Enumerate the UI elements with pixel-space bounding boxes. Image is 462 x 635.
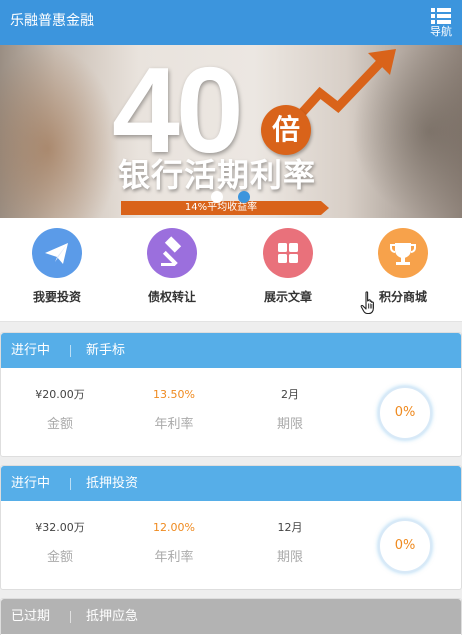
loan-card-header: 进行中 抵押投资: [1, 466, 461, 501]
header-divider: [70, 478, 71, 490]
nav-button[interactable]: 导航: [428, 6, 454, 40]
loan-status: 进行中: [11, 476, 51, 491]
nav-label: 导航: [430, 25, 452, 38]
loan-rate-value: 12.00%: [153, 521, 195, 534]
app-page: 乐融普惠金融 导航 40 倍 银行活期利率 14%平均收益率 我要投资 债权转让…: [0, 0, 462, 635]
banner-ribbon-text: 14%平均收益率: [184, 202, 258, 213]
slide-dot-1[interactable]: [211, 191, 223, 203]
menu-item-invest[interactable]: 我要投资: [17, 228, 97, 318]
loan-status: 已过期: [11, 609, 51, 624]
loan-amount-value: ¥20.00万: [35, 388, 85, 401]
loan-card-header: 已过期 抵押应急: [1, 599, 461, 634]
list-menu-icon: [431, 8, 451, 24]
loan-card-body: ¥32.00万 金额 12.00% 年利率 12月 期限 0%: [1, 501, 461, 589]
promo-banner[interactable]: 40 倍 银行活期利率 14%平均收益率: [0, 45, 462, 218]
loan-card-header: 进行中 新手标: [1, 333, 461, 368]
banner-ribbon: 14%平均收益率: [121, 201, 329, 215]
loan-amount: ¥20.00万 金额: [15, 388, 105, 433]
loan-rate: 13.50% 年利率: [129, 388, 219, 433]
banner-big-number: 40: [112, 45, 244, 178]
loan-card[interactable]: 进行中 新手标 ¥20.00万 金额 13.50% 年利率 2月 期限 0%: [0, 332, 462, 457]
slide-dot-2-active[interactable]: [238, 191, 250, 203]
header-divider: [70, 345, 71, 357]
progress-circle[interactable]: 0%: [378, 386, 432, 440]
quick-menu: 我要投资 债权转让 展示文章 积分商城: [0, 218, 462, 322]
loan-amount-label: 金额: [46, 417, 73, 432]
progress-percent: 0%: [394, 405, 416, 420]
menu-label: 我要投资: [32, 290, 81, 304]
menu-item-articles[interactable]: 展示文章: [248, 228, 328, 318]
banner-multiplier-badge: 倍: [261, 105, 311, 155]
app-title: 乐融普惠金融: [10, 13, 94, 29]
loan-amount: ¥32.00万 金额: [15, 521, 105, 566]
loan-name: 抵押投资: [86, 476, 139, 491]
paper-plane-icon: [32, 228, 82, 278]
loan-term-value: 12月: [277, 521, 303, 534]
hand-cursor-icon: [360, 291, 374, 315]
loan-status: 进行中: [11, 343, 51, 358]
loan-amount-value: ¥32.00万: [35, 521, 85, 534]
loan-card-body: ¥20.00万 金额 13.50% 年利率 2月 期限 0%: [1, 368, 461, 456]
gavel-icon: [147, 228, 197, 278]
loan-name: 抵押应急: [86, 609, 139, 624]
loan-name: 新手标: [86, 343, 126, 358]
grid-icon: [263, 228, 313, 278]
loan-term-label: 期限: [276, 550, 303, 565]
menu-label: 债权转让: [147, 290, 196, 304]
banner-headline: 银行活期利率: [118, 156, 317, 194]
menu-label: 展示文章: [263, 290, 312, 304]
loan-card[interactable]: 已过期 抵押应急: [0, 598, 462, 635]
loan-amount-label: 金额: [46, 550, 73, 565]
loan-rate-label: 年利率: [154, 417, 194, 432]
top-header: 乐融普惠金融 导航: [0, 0, 462, 45]
loan-card[interactable]: 进行中 抵押投资 ¥32.00万 金额 12.00% 年利率 12月 期限 0%: [0, 465, 462, 590]
progress-percent: 0%: [394, 538, 416, 553]
header-divider: [70, 611, 71, 623]
loan-term: 12月 期限: [245, 521, 335, 566]
loan-term-label: 期限: [276, 417, 303, 432]
loan-rate-value: 13.50%: [153, 388, 195, 401]
progress-circle[interactable]: 0%: [378, 519, 432, 573]
trophy-icon: [378, 228, 428, 278]
loan-rate-label: 年利率: [154, 550, 194, 565]
loan-term: 2月 期限: [245, 388, 335, 433]
loan-term-value: 2月: [281, 388, 299, 401]
loan-rate: 12.00% 年利率: [129, 521, 219, 566]
menu-item-transfer[interactable]: 债权转让: [132, 228, 212, 318]
